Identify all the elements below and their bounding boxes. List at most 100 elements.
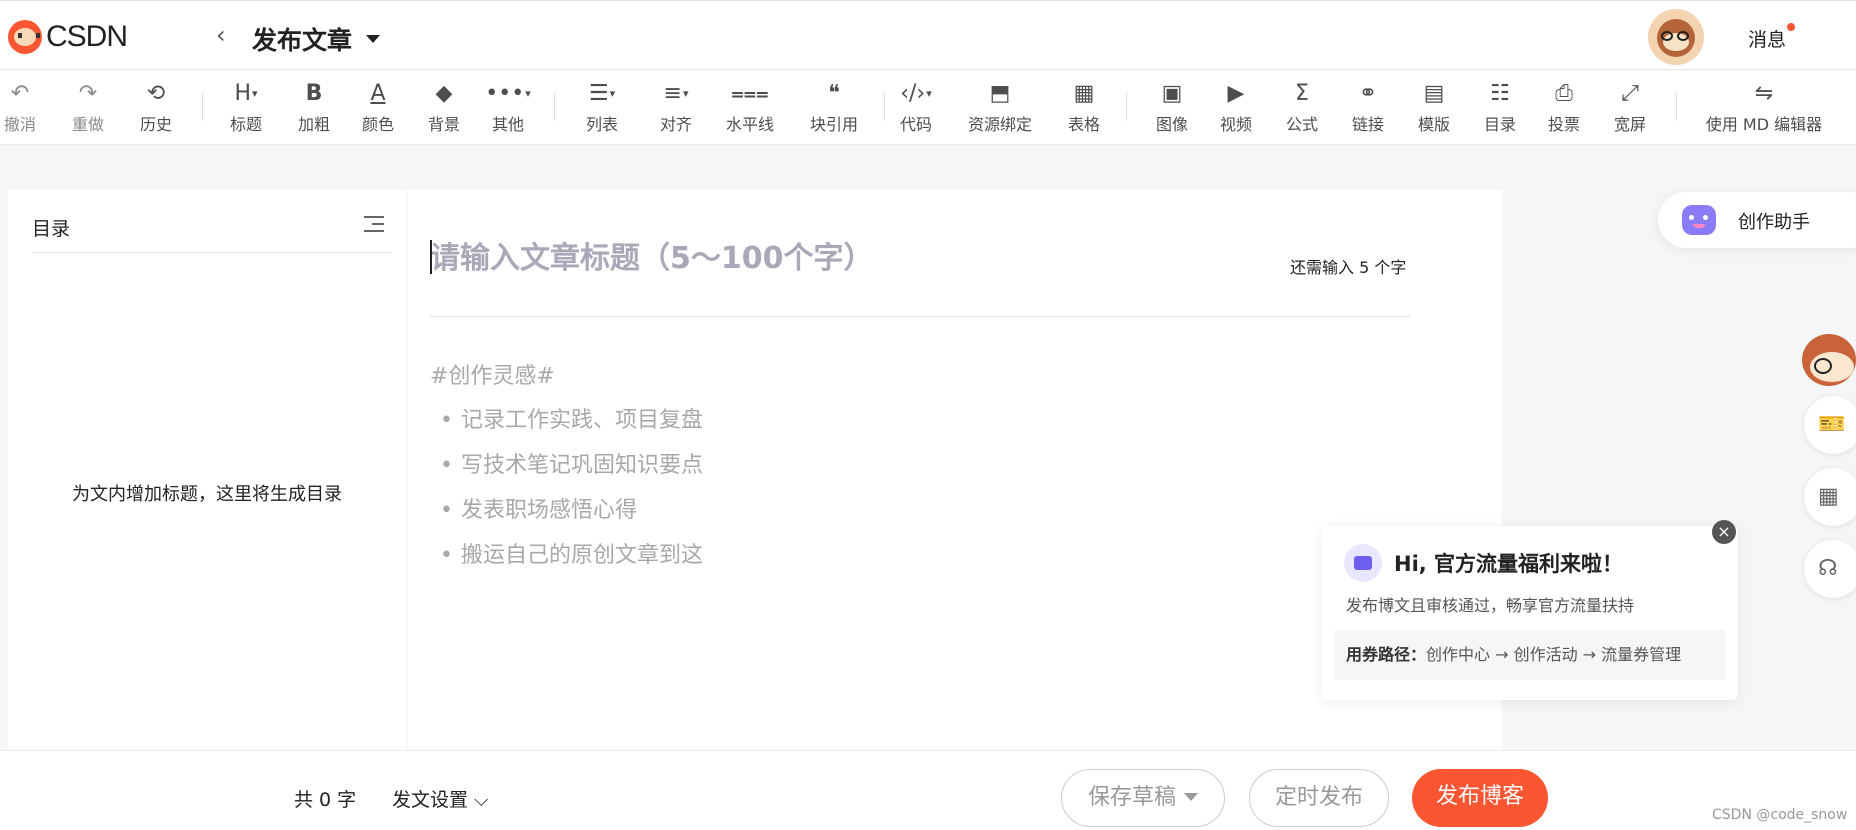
- resource-bind-button[interactable]: ⬒ 资源绑定: [968, 79, 1032, 139]
- csdn-mascot-icon: [8, 20, 42, 54]
- toc-panel: 目录 为文内增加标题，这里将生成目录: [8, 190, 406, 750]
- vote-button[interactable]: ⎙ 投票: [1532, 79, 1596, 139]
- schedule-publish-button[interactable]: 定时发布: [1249, 769, 1389, 827]
- more-button[interactable]: •••▾ 其他: [476, 79, 540, 139]
- traffic-benefit-popup: × Hi, 官方流量福利来啦！ 发布博文且审核通过，畅享官方流量扶持 用券路径：…: [1322, 520, 1738, 700]
- csdn-logo[interactable]: CSDN: [8, 19, 128, 55]
- coupon-button[interactable]: 🎫: [1804, 396, 1856, 454]
- assistant-label: 创作助手: [1738, 212, 1810, 233]
- publish-button[interactable]: 发布博客: [1412, 769, 1548, 827]
- list-button[interactable]: ☰▾ 列表: [570, 79, 634, 139]
- qrcode-button[interactable]: ▦: [1804, 468, 1856, 526]
- heading-button[interactable]: H▾ 标题: [214, 79, 278, 139]
- hint-item: 发表职场感悟心得: [440, 492, 637, 524]
- collapse-toc-icon[interactable]: [364, 214, 388, 236]
- coupon-icon: 🎫: [1818, 412, 1846, 437]
- redo-button[interactable]: ↷ 重做: [56, 79, 120, 139]
- link-button[interactable]: ⚭ 链接: [1336, 79, 1400, 139]
- editor-toolbar: ↶ 撤消 ↷ 重做 ⟲ 历史 H▾ 标题 B 加粗 A 颜色 ◆ 背景 •••▾ 其他 ☰▾ 列表…: [0, 71, 1856, 145]
- image-button[interactable]: ▣ 图像: [1140, 79, 1204, 139]
- md-editor-button[interactable]: ⇋ 使用 MD 编辑器: [1702, 79, 1826, 139]
- headset-icon: ☊: [1818, 556, 1838, 581]
- table-button[interactable]: ▦ 表格: [1052, 79, 1116, 139]
- redo-icon: ↷: [78, 81, 98, 106]
- text-cursor: [430, 240, 432, 274]
- toc-title: 目录: [32, 218, 71, 240]
- list-icon: ☰: [588, 81, 609, 106]
- code-button[interactable]: ‹/›▾ 代码: [884, 79, 948, 139]
- background-icon: ◆: [435, 81, 453, 106]
- creation-assistant-button[interactable]: 创作助手: [1658, 192, 1856, 248]
- mascot-icon[interactable]: [1798, 326, 1856, 398]
- popup-description: 发布博文且审核通过，畅享官方流量扶持: [1346, 596, 1635, 615]
- chevron-down-icon: ⌵: [468, 789, 489, 811]
- hint-item: 写技术笔记巩固知识要点: [440, 447, 703, 479]
- link-icon: ⚭: [1358, 81, 1378, 106]
- bold-button[interactable]: B 加粗: [282, 79, 346, 139]
- back-icon[interactable]: ‹: [216, 21, 240, 51]
- blockquote-icon: ❝: [828, 81, 840, 106]
- support-button[interactable]: ☊: [1804, 540, 1856, 598]
- ticket-icon: [1344, 544, 1382, 582]
- toolbar-divider: [202, 93, 203, 121]
- undo-icon: ↶: [10, 81, 30, 106]
- bold-icon: B: [305, 81, 323, 106]
- divider: [32, 252, 392, 253]
- vote-icon: ⎙: [1555, 81, 1573, 106]
- qrcode-icon: ▦: [1818, 484, 1839, 509]
- toolbar-divider: [554, 93, 555, 121]
- video-button[interactable]: ▶ 视频: [1204, 79, 1268, 139]
- bottom-bar: 共 0 字 发文设置 ⌵ 保存草稿 定时发布 发布博客 CSDN @code_s…: [0, 750, 1856, 830]
- close-icon[interactable]: ×: [1712, 520, 1736, 544]
- toc-empty-text: 为文内增加标题，这里将生成目录: [72, 484, 342, 505]
- history-button[interactable]: ⟲ 历史: [124, 79, 188, 139]
- avatar[interactable]: [1648, 9, 1704, 65]
- hint-item: 搬运自己的原创文章到这: [440, 537, 703, 569]
- title-divider: [430, 316, 1410, 317]
- code-icon: ‹/›: [900, 81, 926, 106]
- coupon-route: 用券路径：创作中心 → 创作活动 → 流量券管理: [1334, 630, 1726, 680]
- color-icon: A: [370, 81, 386, 106]
- toc-icon: ☷: [1490, 81, 1510, 106]
- page-title[interactable]: 发布文章: [252, 21, 352, 57]
- align-button[interactable]: ≡▾ 对齐: [644, 79, 708, 139]
- article-title-input[interactable]: [430, 234, 1130, 282]
- publish-settings[interactable]: 发文设置 ⌵: [392, 785, 488, 812]
- route-path: 创作中心 → 创作活动 → 流量券管理: [1426, 645, 1682, 664]
- image-icon: ▣: [1161, 81, 1183, 106]
- toolbar-divider: [1126, 93, 1127, 121]
- template-icon: ▤: [1423, 81, 1445, 106]
- logo-text: CSDN: [46, 20, 128, 53]
- table-icon: ▦: [1073, 81, 1095, 106]
- more-icon: •••: [485, 81, 525, 106]
- widescreen-icon: ⤢: [1621, 81, 1639, 106]
- resource-icon: ⬒: [989, 81, 1011, 106]
- hint-tag: #创作灵感#: [430, 364, 555, 389]
- heading-icon: H: [234, 81, 251, 106]
- background-button[interactable]: ◆ 背景: [412, 79, 476, 139]
- toc-button[interactable]: ☷ 目录: [1468, 79, 1532, 139]
- color-button[interactable]: A 颜色: [346, 79, 410, 139]
- widescreen-button[interactable]: ⤢ 宽屏: [1598, 79, 1662, 139]
- caret-down-icon: [1184, 793, 1198, 801]
- formula-icon: Σ: [1295, 81, 1309, 106]
- horizontal-line-button[interactable]: ⩶ 水平线: [718, 79, 782, 139]
- save-draft-button[interactable]: 保存草稿: [1061, 769, 1225, 827]
- formula-button[interactable]: Σ 公式: [1270, 79, 1334, 139]
- notification-dot: [1787, 23, 1795, 31]
- title-count-hint: 还需输入 5 个字: [1290, 258, 1407, 277]
- word-count: 共 0 字: [294, 789, 357, 811]
- undo-button[interactable]: ↶ 撤消: [0, 79, 52, 139]
- robot-icon: [1682, 205, 1716, 235]
- align-icon: ≡: [663, 81, 682, 106]
- chevron-down-icon[interactable]: [366, 35, 380, 43]
- route-label: 用券路径：: [1346, 645, 1427, 664]
- template-button[interactable]: ▤ 模版: [1402, 79, 1466, 139]
- blockquote-button[interactable]: ❝ 块引用: [802, 79, 866, 139]
- popup-heading: Hi, 官方流量福利来啦！: [1394, 552, 1624, 576]
- messages-link[interactable]: 消息: [1748, 25, 1786, 52]
- hint-item: 记录工作实践、项目复盘: [440, 402, 703, 434]
- top-header: CSDN ‹ 发布文章 消息: [0, 0, 1856, 70]
- watermark: CSDN @code_snow: [1712, 807, 1848, 823]
- video-icon: ▶: [1227, 81, 1245, 106]
